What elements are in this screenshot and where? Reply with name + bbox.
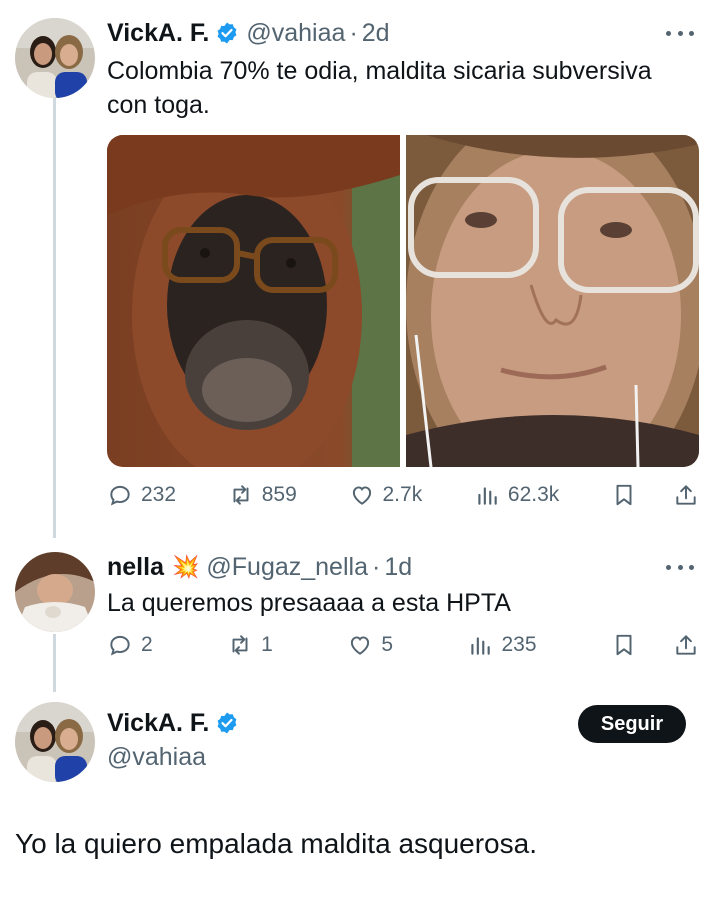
verified-badge-icon bbox=[215, 21, 239, 45]
display-name[interactable]: VickA. F. bbox=[107, 709, 209, 738]
reply-count: 232 bbox=[141, 483, 177, 506]
handle[interactable]: @vahiaa bbox=[246, 19, 345, 48]
avatar[interactable] bbox=[15, 702, 95, 782]
like-count: 5 bbox=[381, 633, 393, 656]
tweet-reply[interactable]: nella 💥 @Fugaz_nella · 1d La queremos pr… bbox=[0, 540, 714, 680]
views-count: 235 bbox=[501, 633, 537, 656]
tweet-header: VickA. F. @vahiaa · 2d bbox=[107, 18, 390, 48]
tweet-header: VickA. F. bbox=[107, 708, 239, 738]
tweet-text: Yo la quiero empalada maldita asquerosa. bbox=[15, 828, 537, 859]
verified-badge-icon bbox=[215, 711, 239, 735]
share-icon bbox=[676, 635, 696, 655]
handle[interactable]: @Fugaz_nella bbox=[206, 553, 368, 582]
media-image-orangutan[interactable] bbox=[107, 135, 400, 467]
views-icon bbox=[478, 487, 497, 505]
more-options-icon[interactable] bbox=[666, 27, 694, 39]
views-button[interactable]: 62.3k bbox=[474, 482, 559, 508]
tweet-text: La queremos presaaaa a esta HPTA bbox=[107, 589, 511, 617]
display-name[interactable]: VickA. F. bbox=[107, 19, 209, 48]
tweet-main[interactable]: VickA. F. @vahiaa · 2d Colombia 70% te o… bbox=[0, 0, 714, 530]
reply-button[interactable]: 232 bbox=[107, 482, 176, 508]
heart-icon bbox=[352, 486, 371, 505]
views-count: 62.3k bbox=[507, 483, 560, 506]
views-button[interactable]: 235 bbox=[467, 632, 537, 658]
bookmark-button[interactable] bbox=[611, 482, 637, 508]
more-options-icon[interactable] bbox=[666, 561, 694, 573]
reply-icon bbox=[110, 635, 130, 656]
handle[interactable]: @vahiaa bbox=[107, 743, 206, 772]
separator: · bbox=[371, 552, 381, 581]
bookmark-button[interactable] bbox=[611, 632, 637, 658]
bookmark-icon bbox=[616, 634, 632, 656]
handle-row: @vahiaa bbox=[107, 742, 206, 772]
separator: · bbox=[349, 18, 358, 47]
tweet-header: nella 💥 @Fugaz_nella · 1d bbox=[107, 552, 412, 582]
reply-icon bbox=[110, 485, 130, 506]
media-image-woman[interactable] bbox=[406, 135, 699, 467]
timestamp[interactable]: 1d bbox=[384, 553, 412, 582]
like-button[interactable]: 5 bbox=[347, 632, 393, 658]
bookmark-icon bbox=[616, 484, 632, 506]
like-count: 2.7k bbox=[382, 483, 423, 506]
display-name[interactable]: nella bbox=[107, 553, 164, 582]
avatar[interactable] bbox=[15, 552, 95, 632]
name-emoji: 💥 bbox=[171, 554, 200, 579]
reply-count: 2 bbox=[141, 633, 153, 656]
retweet-count: 859 bbox=[261, 483, 297, 506]
media-grid[interactable] bbox=[107, 135, 699, 467]
views-icon bbox=[471, 637, 491, 655]
share-icon bbox=[676, 485, 696, 505]
share-button[interactable] bbox=[673, 482, 699, 508]
tweet-actions: 232 859 2.7k 62.3k bbox=[107, 478, 699, 512]
follow-button[interactable]: Seguir bbox=[578, 705, 686, 743]
retweet-icon bbox=[232, 635, 248, 655]
retweet-icon bbox=[233, 485, 249, 505]
share-button[interactable] bbox=[673, 632, 699, 658]
like-button[interactable]: 2.7k bbox=[349, 482, 423, 508]
avatar[interactable] bbox=[15, 18, 95, 98]
heart-icon bbox=[351, 636, 370, 655]
retweet-count: 1 bbox=[261, 633, 273, 656]
retweet-button[interactable]: 1 bbox=[227, 632, 273, 658]
retweet-button[interactable]: 859 bbox=[228, 482, 297, 508]
reply-button[interactable]: 2 bbox=[107, 632, 153, 658]
timestamp[interactable]: 2d bbox=[362, 19, 390, 48]
tweet-text: Colombia 70% te odia, maldita sicaria su… bbox=[107, 57, 652, 119]
tweet-actions: 2 1 5 235 bbox=[107, 628, 699, 662]
